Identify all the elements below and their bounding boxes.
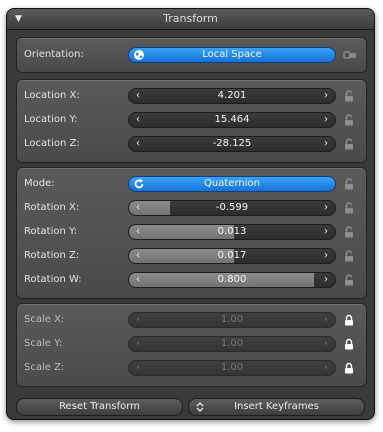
location-z-value: -28.125 bbox=[212, 138, 252, 149]
reset-transform-button[interactable]: Reset Transform bbox=[16, 398, 183, 416]
location-y-row: Location Y: ‹ 15.464 › bbox=[17, 110, 366, 130]
scale-group: Scale X: ‹ 1.00 › Scale Y: ‹ 1.00 › Scal… bbox=[16, 303, 367, 387]
unlocked-padlock-icon[interactable] bbox=[343, 138, 355, 150]
increment-arrow-icon[interactable]: › bbox=[320, 225, 332, 239]
insert-keyframes-button[interactable]: Insert Keyframes bbox=[188, 398, 365, 416]
rotation-x-value: -0.599 bbox=[215, 202, 249, 213]
rotation-mode-row: Mode: Quaternion bbox=[17, 174, 366, 194]
increment-arrow-icon[interactable]: › bbox=[320, 361, 332, 375]
increment-arrow-icon[interactable]: › bbox=[320, 113, 332, 127]
rotation-x-row: Rotation X: ‹ -0.599 › bbox=[17, 198, 366, 218]
increment-arrow-icon[interactable]: › bbox=[320, 249, 332, 263]
scale-x-value: 1.00 bbox=[220, 314, 244, 325]
panel-title: Transform bbox=[163, 12, 218, 25]
orientation-row: Orientation: Local Space bbox=[17, 45, 366, 65]
location-x-value: 4.201 bbox=[217, 90, 247, 101]
scale-y-row: Scale Y: ‹ 1.00 › bbox=[17, 334, 366, 354]
locked-padlock-icon[interactable] bbox=[343, 338, 355, 350]
unlocked-padlock-icon[interactable] bbox=[343, 274, 355, 286]
unlocked-padlock-icon[interactable] bbox=[343, 90, 355, 102]
orientation-group: Orientation: Local Space bbox=[16, 37, 367, 73]
location-x-label: Location X: bbox=[24, 90, 80, 101]
increment-arrow-icon[interactable]: › bbox=[320, 201, 332, 215]
rotation-y-row: Rotation Y: ‹ 0.013 › bbox=[17, 222, 366, 242]
orientation-value: Local Space bbox=[202, 49, 262, 60]
rotation-mode-value: Quaternion bbox=[204, 178, 260, 189]
locked-padlock-icon[interactable] bbox=[343, 362, 355, 374]
increment-arrow-icon[interactable]: › bbox=[320, 313, 332, 327]
scale-y-label: Scale Y: bbox=[24, 338, 63, 349]
scale-z-value: 1.00 bbox=[220, 362, 244, 373]
orientation-label: Orientation: bbox=[24, 49, 84, 60]
location-group: Location X: ‹ 4.201 › Location Y: ‹ 15.4… bbox=[16, 79, 367, 163]
orientation-dropdown[interactable]: Local Space bbox=[128, 47, 336, 63]
link-icon[interactable] bbox=[343, 49, 356, 61]
rotation-w-label: Rotation W: bbox=[24, 274, 82, 285]
unlocked-padlock-icon[interactable] bbox=[343, 250, 355, 262]
scale-y-field[interactable]: ‹ 1.00 › bbox=[128, 336, 336, 352]
rotation-x-label: Rotation X: bbox=[24, 202, 80, 213]
rotation-y-value: 0.013 bbox=[217, 226, 247, 237]
rotation-y-label: Rotation Y: bbox=[24, 226, 78, 237]
rotation-mode-label: Mode: bbox=[24, 178, 55, 189]
unlocked-padlock-icon[interactable] bbox=[343, 114, 355, 126]
unlocked-padlock-icon[interactable] bbox=[343, 202, 355, 214]
scale-z-label: Scale Z: bbox=[24, 362, 65, 373]
rotation-w-row: Rotation W: ‹ 0.800 › bbox=[17, 270, 366, 290]
increment-arrow-icon[interactable]: › bbox=[320, 137, 332, 151]
collapse-triangle-icon[interactable]: ▼ bbox=[15, 9, 22, 29]
scale-x-field[interactable]: ‹ 1.00 › bbox=[128, 312, 336, 328]
location-z-label: Location Z: bbox=[24, 138, 80, 149]
scale-x-label: Scale X: bbox=[24, 314, 65, 325]
unlocked-padlock-icon[interactable] bbox=[343, 178, 355, 190]
location-y-label: Location Y: bbox=[24, 114, 78, 125]
transform-panel: ▼ Transform Orientation: Local Space Loc… bbox=[6, 8, 375, 420]
locked-padlock-icon[interactable] bbox=[343, 314, 355, 326]
increment-arrow-icon[interactable]: › bbox=[320, 337, 332, 351]
panel-header[interactable]: ▼ Transform bbox=[7, 9, 374, 30]
location-z-row: Location Z: ‹ -28.125 › bbox=[17, 134, 366, 154]
increment-arrow-icon[interactable]: › bbox=[320, 273, 332, 287]
scale-x-row: Scale X: ‹ 1.00 › bbox=[17, 310, 366, 330]
location-y-value: 15.464 bbox=[214, 114, 250, 125]
rotation-z-slider[interactable]: ‹ 0.017 › bbox=[128, 248, 336, 264]
rotation-z-value: 0.017 bbox=[217, 250, 247, 261]
rotation-w-slider[interactable]: ‹ 0.800 › bbox=[128, 272, 336, 288]
increment-arrow-icon[interactable]: › bbox=[320, 89, 332, 103]
location-y-field[interactable]: ‹ 15.464 › bbox=[128, 112, 336, 128]
location-x-field[interactable]: ‹ 4.201 › bbox=[128, 88, 336, 104]
rotation-x-slider[interactable]: ‹ -0.599 › bbox=[128, 200, 336, 216]
reset-transform-label: Reset Transform bbox=[59, 401, 140, 412]
rotation-z-row: Rotation Z: ‹ 0.017 › bbox=[17, 246, 366, 266]
scale-z-field[interactable]: ‹ 1.00 › bbox=[128, 360, 336, 376]
rotation-mode-dropdown[interactable]: Quaternion bbox=[128, 176, 336, 192]
scale-y-value: 1.00 bbox=[220, 338, 244, 349]
insert-keyframes-label: Insert Keyframes bbox=[234, 401, 319, 412]
rotation-y-slider[interactable]: ‹ 0.013 › bbox=[128, 224, 336, 240]
rotation-z-label: Rotation Z: bbox=[24, 250, 80, 261]
location-x-row: Location X: ‹ 4.201 › bbox=[17, 86, 366, 106]
rotation-group: Mode: Quaternion Rotation X: ‹ -0.599 › bbox=[16, 167, 367, 299]
unlocked-padlock-icon[interactable] bbox=[343, 226, 355, 238]
rotation-w-value: 0.800 bbox=[217, 274, 247, 285]
location-z-field[interactable]: ‹ -28.125 › bbox=[128, 136, 336, 152]
up-down-arrows-icon bbox=[195, 401, 205, 413]
scale-z-row: Scale Z: ‹ 1.00 › bbox=[17, 358, 366, 378]
